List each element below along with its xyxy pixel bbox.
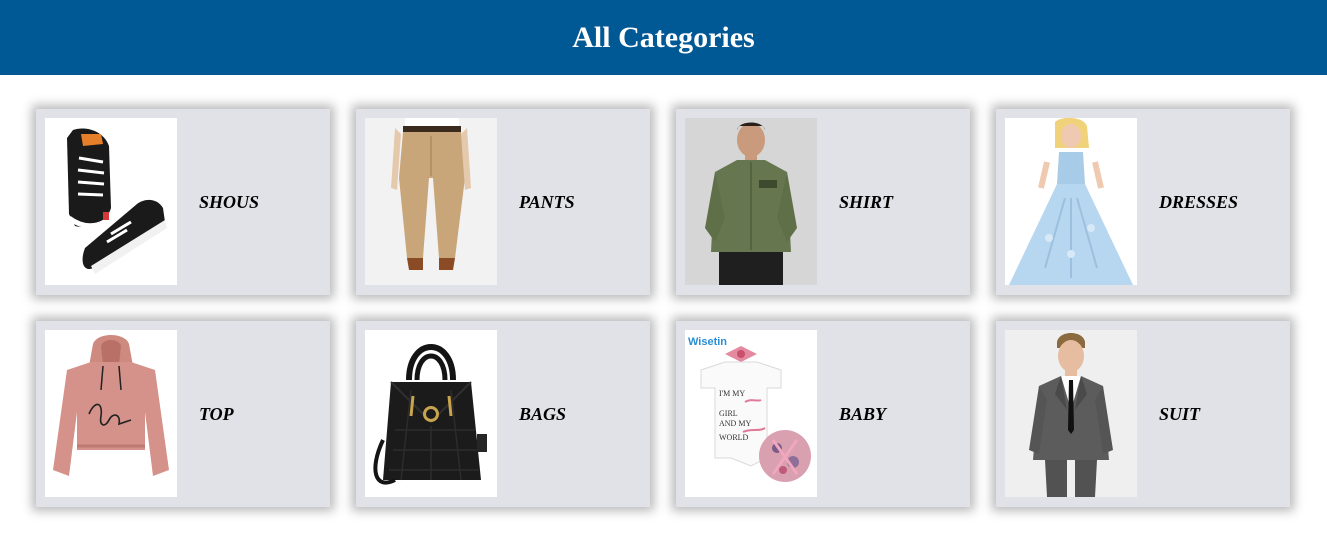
print-line-3: AND MY <box>719 419 751 428</box>
dress-icon <box>1005 118 1137 285</box>
category-label: BABY <box>839 403 887 424</box>
category-card-shous[interactable]: SHOUS <box>36 109 330 295</box>
sneakers-icon <box>45 118 177 285</box>
category-card-top[interactable]: TOP <box>36 321 330 507</box>
category-label: SHIRT <box>839 191 894 212</box>
baby-outfit-icon: Wisetin I'M MY GIRL AND MY WORLD <box>685 330 817 497</box>
pants-icon <box>365 118 497 285</box>
page-title: All Categories <box>572 20 755 54</box>
brand-label: Wisetin <box>688 336 727 348</box>
category-label: PANTS <box>519 191 575 212</box>
category-label: SUIT <box>1159 403 1201 424</box>
print-line-2: GIRL <box>719 409 738 418</box>
category-image <box>45 118 177 285</box>
category-card-bags[interactable]: BAGS <box>356 321 650 507</box>
category-image <box>685 118 817 285</box>
category-card-suit[interactable]: SUIT <box>996 321 1290 507</box>
category-card-pants[interactable]: PANTS <box>356 109 650 295</box>
hoodie-icon <box>45 330 177 497</box>
page-header: All Categories <box>0 0 1327 75</box>
category-label: SHOUS <box>199 191 260 212</box>
handbag-icon <box>365 330 497 497</box>
category-image <box>365 330 497 497</box>
category-image <box>45 330 177 497</box>
category-image <box>1005 118 1137 285</box>
category-image <box>1005 330 1137 497</box>
category-image: Wisetin I'M MY GIRL AND MY WORLD <box>685 330 817 497</box>
category-image <box>365 118 497 285</box>
shirt-icon <box>685 118 817 285</box>
category-card-shirt[interactable]: SHIRT <box>676 109 970 295</box>
suit-icon <box>1005 330 1137 497</box>
category-label: DRESSES <box>1159 191 1239 212</box>
print-line-4: WORLD <box>719 433 749 442</box>
print-line-1: I'M MY <box>719 389 745 398</box>
category-label: BAGS <box>519 403 567 424</box>
category-card-dresses[interactable]: DRESSES <box>996 109 1290 295</box>
category-label: TOP <box>199 403 234 424</box>
category-card-baby[interactable]: Wisetin I'M MY GIRL AND MY WORLD BABY <box>676 321 970 507</box>
